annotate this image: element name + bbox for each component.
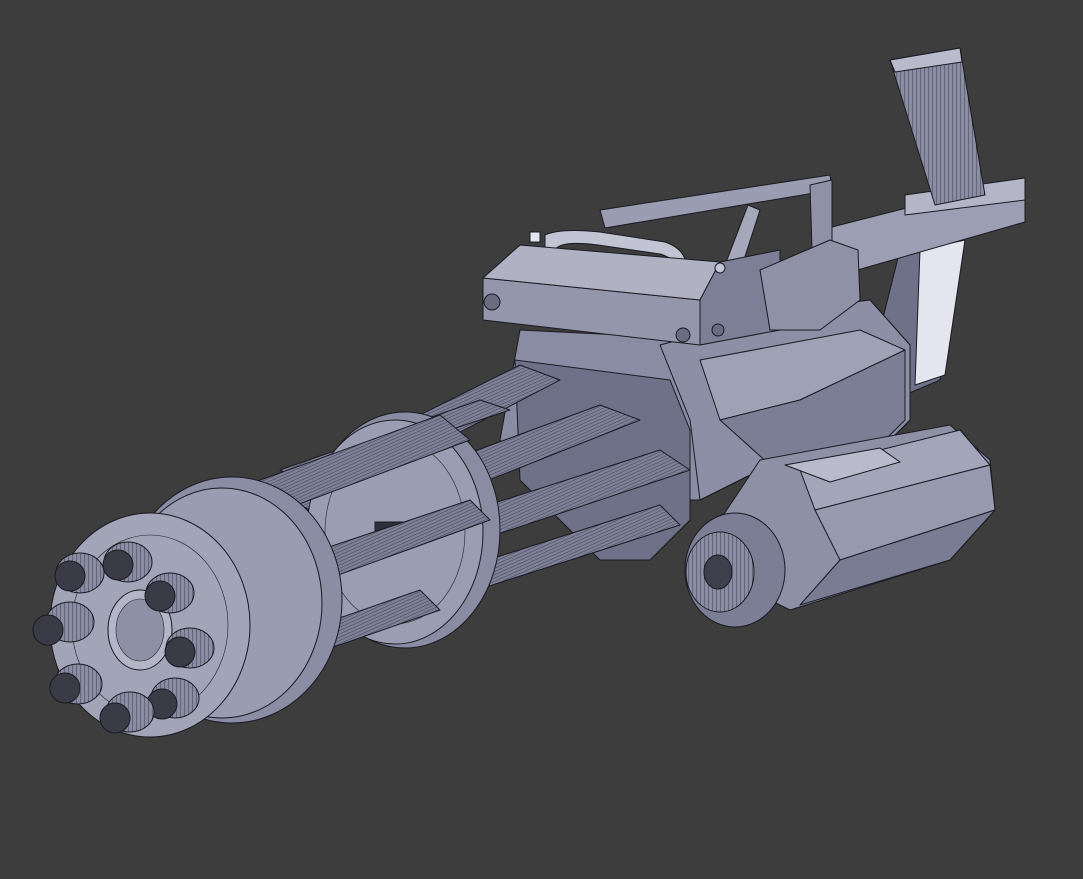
muzzle-tube: [49, 663, 103, 705]
muzzle-tube: [54, 552, 105, 594]
3d-viewport[interactable]: [0, 0, 1083, 879]
muzzle-tube: [144, 572, 195, 614]
muzzle-tube: [102, 541, 153, 583]
minigun-model: [32, 47, 1026, 738]
muzzle-tube: [164, 627, 215, 669]
